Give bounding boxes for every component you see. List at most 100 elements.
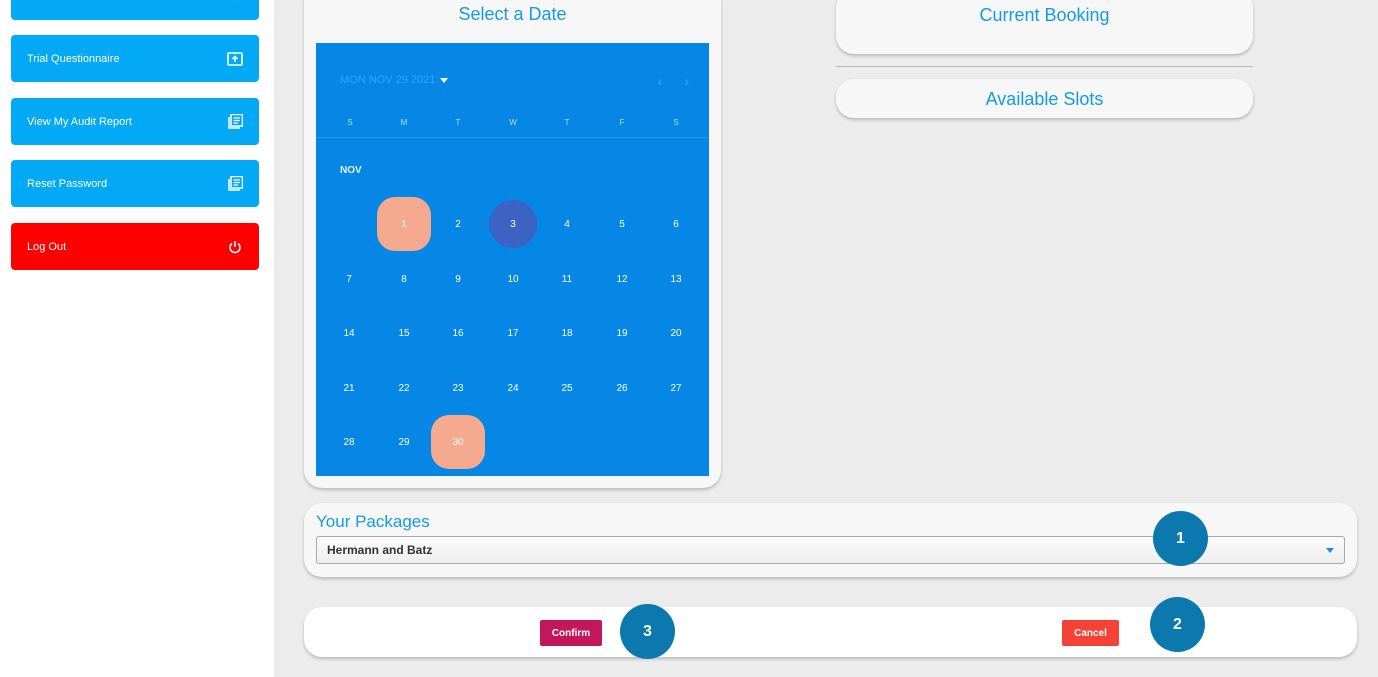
current-booking-card: Current Booking	[836, 0, 1253, 54]
calendar-day[interactable]: 11	[540, 252, 594, 306]
calendar-day-label: 10	[507, 273, 519, 285]
calendar-header[interactable]: MON NOV 29 2021	[340, 74, 449, 86]
calendar-day-label: 20	[670, 327, 682, 339]
chevron-right-icon[interactable]: ›	[684, 73, 689, 89]
divider	[836, 66, 1253, 67]
calendar-day[interactable]: 22	[377, 361, 431, 415]
calendar-day-label: 27	[670, 382, 682, 394]
calendar-day-label: 4	[564, 218, 570, 230]
calendar-nav: ‹ ›	[658, 73, 689, 89]
sidebar-item-label: View My Audit Report	[27, 115, 132, 128]
sidebar-item-label: Reset Password	[27, 177, 108, 190]
sidebar: Trial Questionnaire View My Audit Report…	[0, 0, 274, 677]
power-icon	[227, 239, 243, 255]
calendar-day-label: 26	[616, 382, 628, 394]
weekday-label: S	[347, 118, 353, 127]
caret-down-icon	[440, 77, 449, 83]
calendar-day-label: 9	[455, 273, 461, 285]
calendar-day-label: 18	[561, 327, 573, 339]
chevron-down-icon	[227, 0, 243, 5]
available-slots-title: Available Slots	[985, 89, 1104, 109]
calendar-day[interactable]: 30	[431, 415, 485, 469]
calendar-day-label: 16	[452, 327, 464, 339]
packages-title: Your Packages	[316, 512, 430, 531]
calendar-day[interactable]: 6	[649, 197, 703, 251]
sidebar-item-view-audit-report[interactable]: View My Audit Report	[11, 98, 259, 145]
calendar-day-label: 8	[401, 273, 407, 285]
calendar-day[interactable]: 10	[486, 252, 540, 306]
calendar-day-label: 7	[346, 273, 352, 285]
calendar-day-label: 24	[507, 382, 519, 394]
sidebar-item-trial-questionnaire[interactable]: Trial Questionnaire	[11, 35, 259, 82]
sidebar-item-label: Log Out	[27, 240, 67, 253]
calendar-day[interactable]: 16	[431, 306, 485, 360]
sidebar-item-log-out[interactable]: Log Out	[11, 223, 259, 270]
calendar-day[interactable]: 24	[486, 361, 540, 415]
calendar-day-label: 19	[616, 327, 628, 339]
calendar-day[interactable]: 21	[322, 361, 376, 415]
step-marker: 2	[1150, 597, 1205, 652]
weekday-label: M	[400, 118, 408, 127]
calendar-day[interactable]: 25	[540, 361, 594, 415]
weekday-label: W	[509, 118, 517, 127]
calendar-day[interactable]: 23	[431, 361, 485, 415]
calendar: MON NOV 29 2021 ‹ › S M T W T F S NOV 12…	[316, 43, 709, 476]
chevron-left-icon[interactable]: ‹	[658, 73, 663, 89]
calendar-day[interactable]: 13	[649, 252, 703, 306]
calendar-day-label: 5	[619, 218, 625, 230]
upload-box-icon	[227, 51, 243, 67]
confirm-button[interactable]: Confirm	[540, 620, 602, 646]
sidebar-item-reset-password[interactable]: Reset Password	[11, 160, 259, 207]
calendar-day[interactable]: 8	[377, 252, 431, 306]
calendar-day[interactable]: 28	[322, 415, 376, 469]
calendar-day-label: 11	[561, 273, 573, 285]
calendar-day-label: 6	[673, 218, 679, 230]
calendar-day[interactable]: 27	[649, 361, 703, 415]
calendar-day[interactable]: 19	[595, 306, 649, 360]
caret-down-icon	[1326, 548, 1334, 553]
calendar-day-label: 17	[507, 327, 519, 339]
step-marker: 1	[1153, 511, 1208, 566]
calendar-day[interactable]: 4	[540, 197, 594, 251]
calendar-day-label: 28	[343, 436, 355, 448]
weekday-label: S	[673, 118, 679, 127]
calendar-day-label: 3	[510, 218, 516, 230]
weekday-label: T	[564, 118, 570, 127]
package-select-value: Hermann and Batz	[327, 543, 433, 557]
calendar-day[interactable]: 2	[431, 197, 485, 251]
calendar-day-label: 21	[343, 382, 355, 394]
calendar-day[interactable]: 14	[322, 306, 376, 360]
calendar-day-label: 2	[455, 218, 461, 230]
weekday-label: F	[619, 118, 625, 127]
calendar-day-label: 30	[452, 436, 464, 448]
cancel-button[interactable]: Cancel	[1062, 620, 1119, 646]
calendar-day-label: 13	[670, 273, 682, 285]
calendar-day-label: 23	[452, 382, 464, 394]
calendar-day-label: 15	[398, 327, 410, 339]
date-card-title: Select a Date	[458, 4, 567, 24]
calendar-day-label: 14	[343, 327, 355, 339]
current-booking-title: Current Booking	[979, 5, 1110, 25]
calendar-day[interactable]: 5	[595, 197, 649, 251]
sidebar-item-top[interactable]	[11, 0, 259, 20]
calendar-day-label: 22	[398, 382, 410, 394]
calendar-day[interactable]: 20	[649, 306, 703, 360]
calendar-day[interactable]: 1	[377, 197, 431, 251]
calendar-divider	[316, 137, 709, 138]
step-marker: 3	[620, 604, 675, 659]
calendar-day[interactable]: 9	[431, 252, 485, 306]
calendar-day[interactable]: 29	[377, 415, 431, 469]
month-label: NOV	[340, 165, 362, 176]
report-icon	[227, 114, 243, 130]
calendar-header-date: MON NOV 29 2021	[340, 74, 436, 86]
calendar-day-label: 29	[398, 436, 410, 448]
calendar-day[interactable]: 26	[595, 361, 649, 415]
calendar-day[interactable]: 17	[486, 306, 540, 360]
calendar-day[interactable]: 18	[540, 306, 594, 360]
calendar-day[interactable]: 12	[595, 252, 649, 306]
calendar-day[interactable]: 3	[486, 197, 540, 251]
calendar-day[interactable]: 7	[322, 252, 376, 306]
calendar-day[interactable]: 15	[377, 306, 431, 360]
report-icon	[227, 176, 243, 192]
weekday-label: T	[455, 118, 461, 127]
